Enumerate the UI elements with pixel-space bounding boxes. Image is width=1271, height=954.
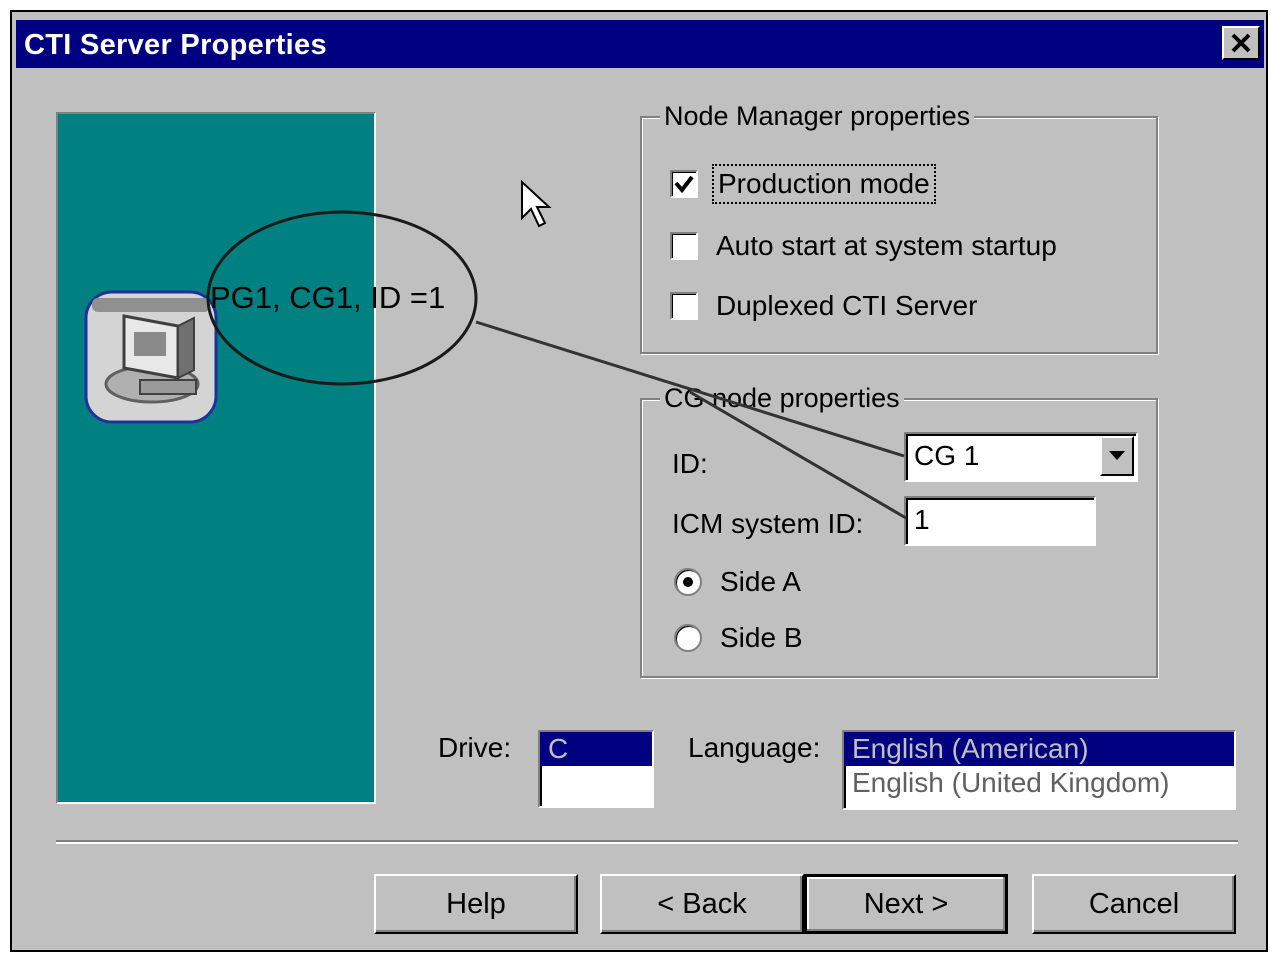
duplexed-label: Duplexed CTI Server [716,290,978,321]
production-mode-checkbox-row[interactable]: Production mode [670,164,936,204]
auto-start-checkbox-row[interactable]: Auto start at system startup [670,230,1057,262]
title-bar: CTI Server Properties [16,20,1264,68]
help-button[interactable]: Help [374,874,578,934]
window-title: CTI Server Properties [24,29,327,61]
id-dropdown-button[interactable] [1100,436,1134,476]
side-b-radio-row[interactable]: Side B [674,622,803,654]
icm-system-id-value: 1 [914,504,930,535]
side-a-label: Side A [720,566,801,597]
next-button[interactable]: Next > [804,874,1008,934]
checkmark-icon [674,175,694,193]
icm-system-id-input[interactable]: 1 [904,496,1096,546]
duplexed-checkbox-row[interactable]: Duplexed CTI Server [670,290,977,322]
radio-selected-dot [683,577,693,587]
icm-system-id-label: ICM system ID: [672,508,864,539]
button-separator [56,840,1238,844]
auto-start-label: Auto start at system startup [716,230,1057,261]
dialog-window: CTI Server Properties Node Manager prope… [10,10,1268,952]
close-button[interactable] [1222,26,1260,60]
side-a-radio[interactable] [674,568,702,596]
cg-node-group-title: CG node properties [660,382,904,414]
production-mode-checkbox[interactable] [670,170,698,198]
computer-server-icon [84,290,218,424]
drive-label: Drive: [438,732,512,763]
side-b-label: Side B [720,622,803,653]
id-combobox[interactable]: CG 1 [904,432,1138,482]
language-label: Language: [688,732,821,763]
language-option[interactable]: English (United Kingdom) [844,766,1234,800]
wizard-banner [56,112,376,804]
back-button[interactable]: < Back [600,874,804,934]
close-icon [1231,33,1251,53]
side-a-radio-row[interactable]: Side A [674,566,801,598]
id-label: ID: [672,448,708,479]
id-combobox-value: CG 1 [914,440,980,471]
drive-option[interactable]: C [540,732,652,766]
node-manager-group-title: Node Manager properties [660,100,975,132]
production-mode-label: Production mode [712,164,936,204]
language-option[interactable]: English (American) [844,732,1234,766]
cancel-button[interactable]: Cancel [1032,874,1236,934]
side-b-radio[interactable] [674,624,702,652]
drive-listbox[interactable]: C [538,730,654,808]
chevron-down-icon [1109,451,1125,460]
auto-start-checkbox[interactable] [670,232,698,260]
language-listbox[interactable]: English (American) English (United Kingd… [842,730,1236,810]
duplexed-checkbox[interactable] [670,292,698,320]
